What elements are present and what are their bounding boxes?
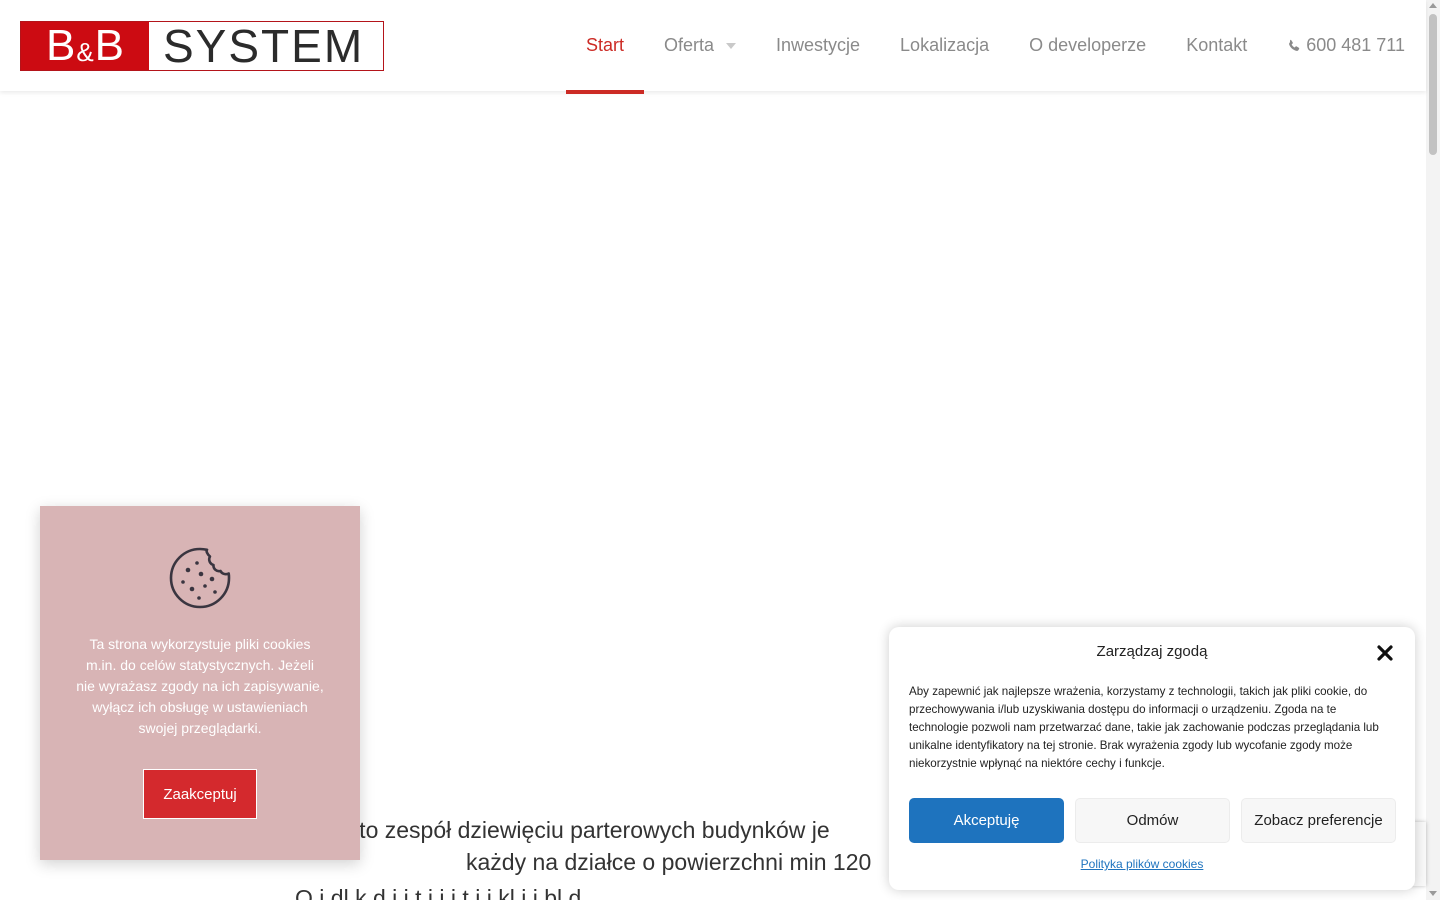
- intro-line-2: każdy na działce o powierzchni min 120: [466, 849, 872, 875]
- logo[interactable]: B & B SYSTEM: [20, 20, 384, 72]
- chevron-down-icon: [726, 42, 736, 49]
- nav-phone-link[interactable]: 600 481 711: [1267, 0, 1405, 91]
- cookie-policy-link[interactable]: Polityka plików cookies: [889, 857, 1395, 871]
- consent-description: Aby zapewnić jak najlepsze wrażenia, kor…: [909, 685, 1379, 770]
- cookie-notice: Ta strona wykorzystuje pliki cookies m.i…: [40, 506, 360, 860]
- nav-item-inwestycje[interactable]: Inwestycje: [756, 0, 880, 91]
- logo-wordmark: SYSTEM: [163, 20, 365, 72]
- nav-item-kontakt[interactable]: Kontakt: [1166, 0, 1267, 91]
- consent-accept-button[interactable]: Akceptuję: [909, 798, 1064, 843]
- nav-item-o-developerze[interactable]: O developerze: [1009, 0, 1166, 91]
- consent-title: Zarządzaj zgodą: [1096, 643, 1208, 660]
- phone-icon: [1289, 39, 1300, 51]
- scrollbar-thumb[interactable]: [1429, 14, 1437, 155]
- phone-number: 600 481 711: [1306, 35, 1405, 55]
- nav-item-label: Lokalizacja: [900, 35, 990, 55]
- logo-mark-b1: B: [45, 21, 76, 70]
- close-icon[interactable]: [1375, 643, 1395, 663]
- nav-item-label: Start: [585, 35, 624, 55]
- nav-item-label: Oferta: [663, 35, 714, 55]
- intro-line-1: e to zespół dziewięciu parterowych budyn…: [340, 817, 830, 843]
- logo-mark: B & B: [21, 21, 149, 70]
- page-scrollbar[interactable]: [1426, 0, 1440, 900]
- main-nav: Start Oferta Inwestycje Lokalizacja O de…: [565, 0, 1405, 94]
- nav-item-label: O developerze: [1029, 35, 1147, 55]
- scroll-down-arrow-icon[interactable]: [1429, 891, 1437, 896]
- cookie-notice-text: Ta strona wykorzystuje pliki cookies m.i…: [76, 636, 324, 736]
- consent-dialog: Zarządzaj zgodą Aby zapewnić jak najleps…: [889, 627, 1415, 890]
- intro-line-3: O i dl k d i i t i i i t i i kl i i bl d: [295, 885, 582, 900]
- consent-preferences-button[interactable]: Zobacz preferencje: [1241, 798, 1396, 843]
- logo-mark-amp: &: [76, 36, 94, 67]
- page: B & B SYSTEM Start Oferta Inwestycje Lokal…: [0, 0, 1440, 900]
- cookie-accept-button[interactable]: Zaakceptuj: [143, 769, 257, 819]
- consent-deny-button[interactable]: Odmów: [1075, 798, 1230, 843]
- cookie-icon: [169, 547, 231, 609]
- scroll-up-arrow-icon[interactable]: [1429, 3, 1437, 8]
- nav-item-label: Inwestycje: [776, 35, 861, 55]
- nav-item-label: Kontakt: [1186, 35, 1248, 55]
- nav-item-oferta[interactable]: Oferta: [644, 0, 756, 91]
- nav-item-start[interactable]: Start: [565, 0, 644, 94]
- nav-item-lokalizacja[interactable]: Lokalizacja: [880, 0, 1009, 91]
- logo-mark-b2: B: [94, 21, 125, 70]
- site-header: B & B SYSTEM Start Oferta Inwestycje Lokal…: [0, 0, 1426, 94]
